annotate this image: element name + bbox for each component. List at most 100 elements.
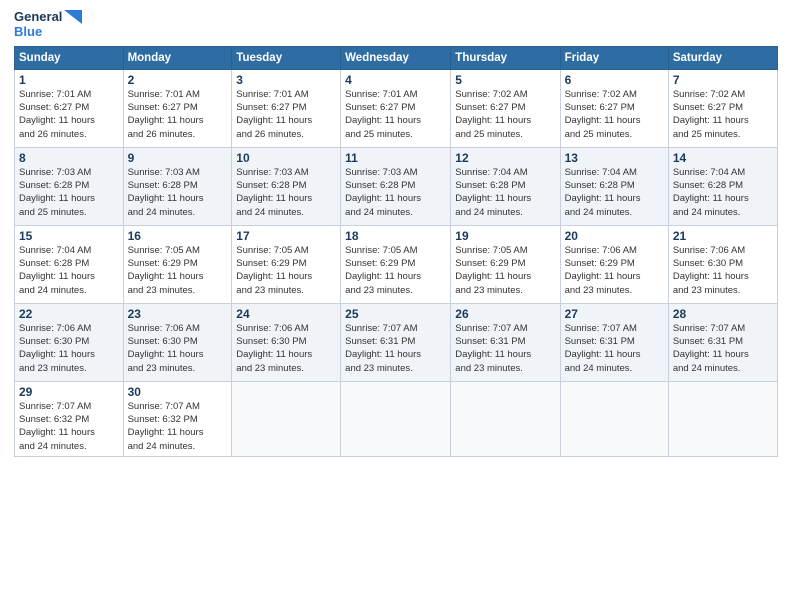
empty-cell — [668, 381, 777, 456]
table-row: 10 Sunrise: 7:03 AMSunset: 6:28 PMDaylig… — [232, 147, 341, 225]
day-number: 15 — [19, 229, 119, 243]
table-row: 19 Sunrise: 7:05 AMSunset: 6:29 PMDaylig… — [451, 225, 560, 303]
day-number: 24 — [236, 307, 336, 321]
table-row: 5 Sunrise: 7:02 AMSunset: 6:27 PMDayligh… — [451, 69, 560, 147]
day-number: 16 — [128, 229, 228, 243]
day-info: Sunrise: 7:03 AMSunset: 6:28 PMDaylight:… — [345, 166, 446, 219]
day-number: 9 — [128, 151, 228, 165]
table-row: 20 Sunrise: 7:06 AMSunset: 6:29 PMDaylig… — [560, 225, 668, 303]
day-number: 27 — [565, 307, 664, 321]
day-info: Sunrise: 7:05 AMSunset: 6:29 PMDaylight:… — [455, 244, 555, 297]
table-row: 7 Sunrise: 7:02 AMSunset: 6:27 PMDayligh… — [668, 69, 777, 147]
col-thursday: Thursday — [451, 46, 560, 69]
table-row: 14 Sunrise: 7:04 AMSunset: 6:28 PMDaylig… — [668, 147, 777, 225]
table-row: 28 Sunrise: 7:07 AMSunset: 6:31 PMDaylig… — [668, 303, 777, 381]
table-row: 4 Sunrise: 7:01 AMSunset: 6:27 PMDayligh… — [341, 69, 451, 147]
calendar: Sunday Monday Tuesday Wednesday Thursday… — [14, 46, 778, 457]
day-number: 3 — [236, 73, 336, 87]
table-row: 26 Sunrise: 7:07 AMSunset: 6:31 PMDaylig… — [451, 303, 560, 381]
day-info: Sunrise: 7:01 AMSunset: 6:27 PMDaylight:… — [236, 88, 336, 141]
day-number: 18 — [345, 229, 446, 243]
table-row: 13 Sunrise: 7:04 AMSunset: 6:28 PMDaylig… — [560, 147, 668, 225]
empty-cell — [451, 381, 560, 456]
day-info: Sunrise: 7:02 AMSunset: 6:27 PMDaylight:… — [673, 88, 773, 141]
table-row: 21 Sunrise: 7:06 AMSunset: 6:30 PMDaylig… — [668, 225, 777, 303]
day-number: 21 — [673, 229, 773, 243]
day-info: Sunrise: 7:05 AMSunset: 6:29 PMDaylight:… — [345, 244, 446, 297]
day-number: 1 — [19, 73, 119, 87]
day-info: Sunrise: 7:04 AMSunset: 6:28 PMDaylight:… — [565, 166, 664, 219]
day-info: Sunrise: 7:01 AMSunset: 6:27 PMDaylight:… — [19, 88, 119, 141]
col-saturday: Saturday — [668, 46, 777, 69]
day-number: 19 — [455, 229, 555, 243]
day-info: Sunrise: 7:03 AMSunset: 6:28 PMDaylight:… — [128, 166, 228, 219]
table-row: 6 Sunrise: 7:02 AMSunset: 6:27 PMDayligh… — [560, 69, 668, 147]
col-tuesday: Tuesday — [232, 46, 341, 69]
day-number: 25 — [345, 307, 446, 321]
table-row: 27 Sunrise: 7:07 AMSunset: 6:31 PMDaylig… — [560, 303, 668, 381]
table-row: 11 Sunrise: 7:03 AMSunset: 6:28 PMDaylig… — [341, 147, 451, 225]
day-number: 10 — [236, 151, 336, 165]
day-info: Sunrise: 7:06 AMSunset: 6:30 PMDaylight:… — [236, 322, 336, 375]
table-row: 8 Sunrise: 7:03 AMSunset: 6:28 PMDayligh… — [15, 147, 124, 225]
day-number: 20 — [565, 229, 664, 243]
week-row: 29 Sunrise: 7:07 AMSunset: 6:32 PMDaylig… — [15, 381, 778, 456]
day-info: Sunrise: 7:04 AMSunset: 6:28 PMDaylight:… — [673, 166, 773, 219]
day-info: Sunrise: 7:07 AMSunset: 6:31 PMDaylight:… — [345, 322, 446, 375]
day-number: 4 — [345, 73, 446, 87]
day-number: 6 — [565, 73, 664, 87]
day-info: Sunrise: 7:02 AMSunset: 6:27 PMDaylight:… — [565, 88, 664, 141]
day-number: 13 — [565, 151, 664, 165]
table-row: 15 Sunrise: 7:04 AMSunset: 6:28 PMDaylig… — [15, 225, 124, 303]
table-row: 24 Sunrise: 7:06 AMSunset: 6:30 PMDaylig… — [232, 303, 341, 381]
col-friday: Friday — [560, 46, 668, 69]
table-row: 23 Sunrise: 7:06 AMSunset: 6:30 PMDaylig… — [123, 303, 232, 381]
table-row: 17 Sunrise: 7:05 AMSunset: 6:29 PMDaylig… — [232, 225, 341, 303]
empty-cell — [232, 381, 341, 456]
empty-cell — [341, 381, 451, 456]
week-row: 15 Sunrise: 7:04 AMSunset: 6:28 PMDaylig… — [15, 225, 778, 303]
day-number: 7 — [673, 73, 773, 87]
day-info: Sunrise: 7:01 AMSunset: 6:27 PMDaylight:… — [128, 88, 228, 141]
day-info: Sunrise: 7:07 AMSunset: 6:31 PMDaylight:… — [565, 322, 664, 375]
day-number: 29 — [19, 385, 119, 399]
day-info: Sunrise: 7:05 AMSunset: 6:29 PMDaylight:… — [236, 244, 336, 297]
day-number: 8 — [19, 151, 119, 165]
day-info: Sunrise: 7:06 AMSunset: 6:30 PMDaylight:… — [19, 322, 119, 375]
empty-cell — [560, 381, 668, 456]
day-number: 26 — [455, 307, 555, 321]
table-row: 12 Sunrise: 7:04 AMSunset: 6:28 PMDaylig… — [451, 147, 560, 225]
day-info: Sunrise: 7:07 AMSunset: 6:31 PMDaylight:… — [455, 322, 555, 375]
col-monday: Monday — [123, 46, 232, 69]
table-row: 2 Sunrise: 7:01 AMSunset: 6:27 PMDayligh… — [123, 69, 232, 147]
table-row: 30 Sunrise: 7:07 AMSunset: 6:32 PMDaylig… — [123, 381, 232, 456]
table-row: 29 Sunrise: 7:07 AMSunset: 6:32 PMDaylig… — [15, 381, 124, 456]
day-info: Sunrise: 7:02 AMSunset: 6:27 PMDaylight:… — [455, 88, 555, 141]
table-row: 9 Sunrise: 7:03 AMSunset: 6:28 PMDayligh… — [123, 147, 232, 225]
day-info: Sunrise: 7:03 AMSunset: 6:28 PMDaylight:… — [19, 166, 119, 219]
table-row: 16 Sunrise: 7:05 AMSunset: 6:29 PMDaylig… — [123, 225, 232, 303]
table-row: 18 Sunrise: 7:05 AMSunset: 6:29 PMDaylig… — [341, 225, 451, 303]
day-number: 5 — [455, 73, 555, 87]
week-row: 22 Sunrise: 7:06 AMSunset: 6:30 PMDaylig… — [15, 303, 778, 381]
day-info: Sunrise: 7:01 AMSunset: 6:27 PMDaylight:… — [345, 88, 446, 141]
day-info: Sunrise: 7:06 AMSunset: 6:29 PMDaylight:… — [565, 244, 664, 297]
day-info: Sunrise: 7:04 AMSunset: 6:28 PMDaylight:… — [19, 244, 119, 297]
day-info: Sunrise: 7:06 AMSunset: 6:30 PMDaylight:… — [673, 244, 773, 297]
day-info: Sunrise: 7:07 AMSunset: 6:32 PMDaylight:… — [128, 400, 228, 453]
day-info: Sunrise: 7:04 AMSunset: 6:28 PMDaylight:… — [455, 166, 555, 219]
col-sunday: Sunday — [15, 46, 124, 69]
day-number: 11 — [345, 151, 446, 165]
day-number: 12 — [455, 151, 555, 165]
day-number: 28 — [673, 307, 773, 321]
day-number: 17 — [236, 229, 336, 243]
day-info: Sunrise: 7:05 AMSunset: 6:29 PMDaylight:… — [128, 244, 228, 297]
day-info: Sunrise: 7:07 AMSunset: 6:31 PMDaylight:… — [673, 322, 773, 375]
day-info: Sunrise: 7:06 AMSunset: 6:30 PMDaylight:… — [128, 322, 228, 375]
day-info: Sunrise: 7:07 AMSunset: 6:32 PMDaylight:… — [19, 400, 119, 453]
page: General Blue Sunday Monday Tuesday Wedne… — [0, 0, 792, 612]
day-number: 2 — [128, 73, 228, 87]
logo-triangle-icon — [64, 10, 82, 24]
week-row: 1 Sunrise: 7:01 AMSunset: 6:27 PMDayligh… — [15, 69, 778, 147]
day-number: 14 — [673, 151, 773, 165]
